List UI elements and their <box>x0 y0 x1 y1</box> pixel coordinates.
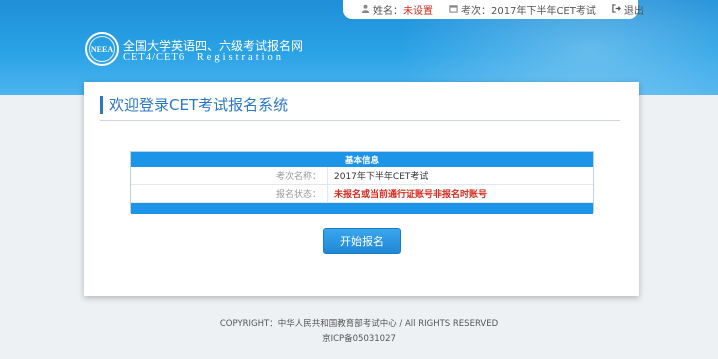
login-card: 欢迎登录CET考试报名系统 基本信息 考次名称： 2017年下半年CET考试 报… <box>84 82 639 296</box>
exam-value: 2017年下半年CET考试 <box>491 6 596 17</box>
site-header: 姓名： 未设置 考次： 2017年下半年CET考试 退出 NEEA 全国大学英语… <box>0 0 718 95</box>
icp-number: 京ICP备05031027 <box>322 334 396 344</box>
copyright-text: COPYRIGHT：中华人民共和国教育部考试中心 / All RIGHTS RE… <box>219 319 499 329</box>
user-topbar: 姓名： 未设置 考次： 2017年下半年CET考试 退出 <box>343 0 644 19</box>
user-icon <box>361 4 370 16</box>
site-subtitle-en: Registration <box>196 52 285 63</box>
calendar-icon <box>449 4 458 16</box>
basic-info-table: 基本信息 考次名称： 2017年下半年CET考试 报名状态： 未报名或当前通行证… <box>130 151 594 214</box>
exam-name-value: 2017年下半年CET考试 <box>327 167 428 184</box>
table-row: 报名状态： 未报名或当前通行证账号非报名时账号 <box>131 185 593 203</box>
user-name-info: 姓名： 未设置 <box>361 2 433 17</box>
logout-icon <box>612 3 621 16</box>
logout-label[interactable]: 退出 <box>624 2 644 17</box>
registration-status-value: 未报名或当前通行证账号非报名时账号 <box>327 185 487 202</box>
exam-name-label: 考次名称： <box>275 172 321 182</box>
registration-status-label: 报名状态： <box>275 190 321 200</box>
logout-link[interactable]: 退出 <box>612 2 644 17</box>
heading-divider <box>100 120 620 121</box>
exam-label: 考次： <box>461 6 491 17</box>
site-subtitle-code: CET4/CET6 <box>123 52 186 63</box>
info-table-footer-bar <box>131 203 593 214</box>
neea-logo: NEEA <box>85 32 119 66</box>
start-registration-button[interactable]: 开始报名 <box>323 228 401 254</box>
logo-emblem-text: NEEA <box>89 36 115 62</box>
info-table-heading: 基本信息 <box>131 152 593 167</box>
welcome-heading: 欢迎登录CET考试报名系统 <box>100 96 288 114</box>
user-name-value[interactable]: 未设置 <box>403 2 433 17</box>
exam-info: 考次： 2017年下半年CET考试 <box>449 2 596 17</box>
user-name-label: 姓名： <box>373 6 403 17</box>
site-subtitle: CET4/CET6 Registration <box>123 52 284 63</box>
table-row: 考次名称： 2017年下半年CET考试 <box>131 167 593 185</box>
